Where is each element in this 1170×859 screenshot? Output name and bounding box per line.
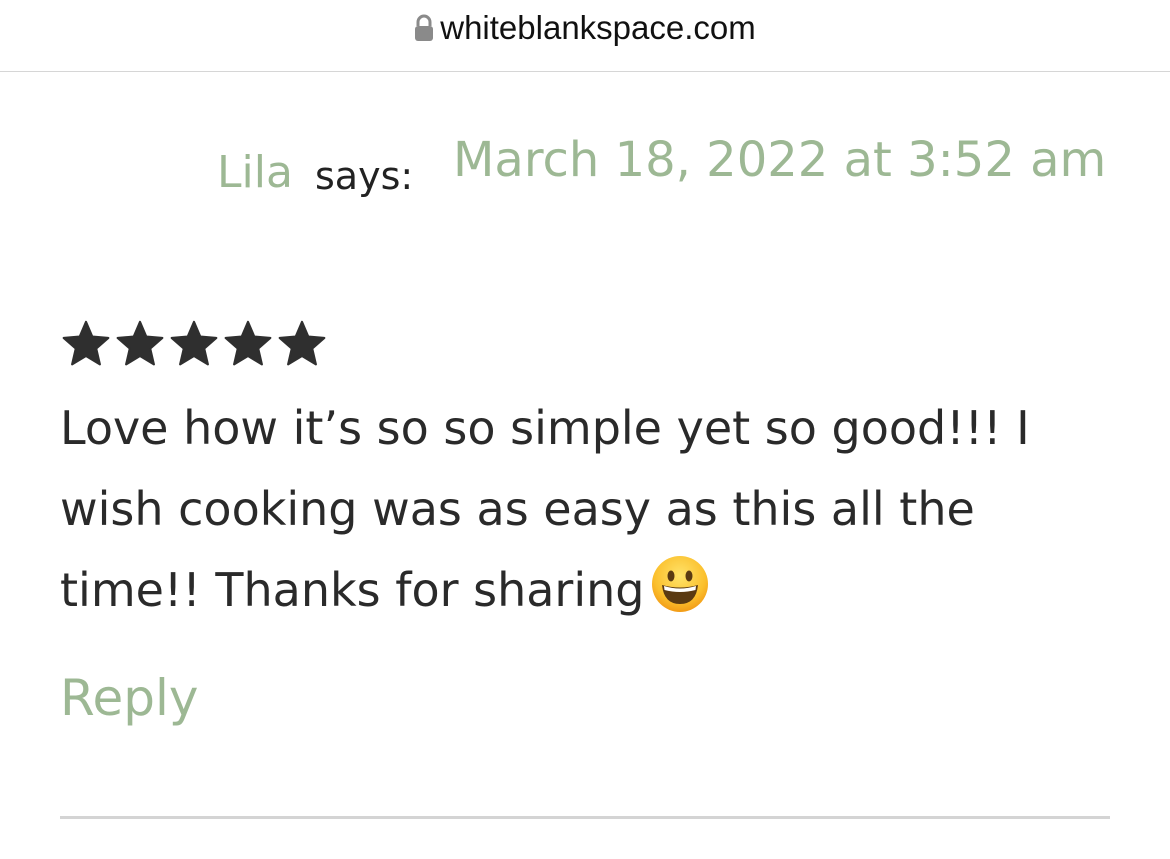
star-icon	[116, 320, 164, 366]
star-icon	[224, 320, 272, 366]
lock-icon	[414, 11, 434, 51]
star-rating	[60, 318, 328, 372]
star-icon	[62, 320, 110, 366]
url-display[interactable]: whiteblankspace.com	[0, 8, 1170, 51]
says-label: says:	[315, 154, 414, 198]
comment-divider	[60, 816, 1110, 819]
grinning-face-icon	[650, 554, 710, 614]
star-icon	[278, 320, 326, 366]
reply-link[interactable]: Reply	[60, 668, 198, 728]
comment-meta: Lila says: March 18, 2022 at 3:52 am	[0, 128, 1170, 208]
url-text: whiteblankspace.com	[440, 9, 756, 46]
comment-date-link[interactable]: March 18, 2022 at 3:52 am	[453, 132, 1106, 188]
star-icon	[170, 320, 218, 366]
browser-url-bar[interactable]: whiteblankspace.com	[0, 0, 1170, 72]
comment-author-link[interactable]: Lila	[217, 146, 293, 200]
comment-text: Love how it’s so so simple yet so good!!…	[60, 401, 1030, 617]
comment-body: Love how it’s so so simple yet so good!!…	[60, 388, 1120, 631]
